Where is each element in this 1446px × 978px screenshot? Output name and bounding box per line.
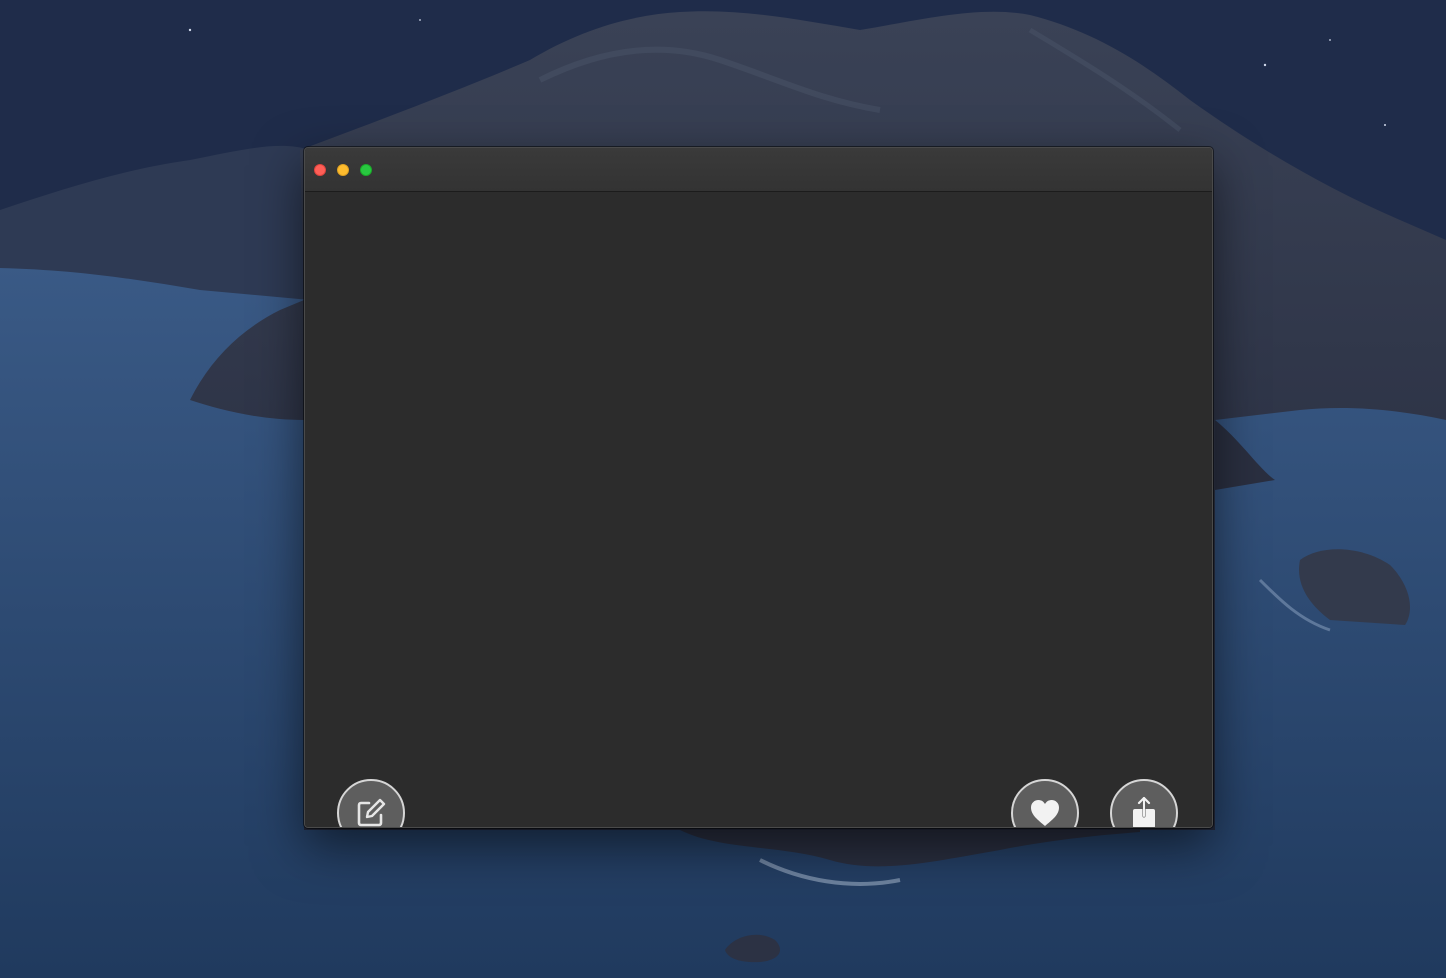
like-button[interactable] [1011,779,1079,827]
window-minimize-button[interactable] [337,164,349,176]
share-button[interactable] [1110,779,1178,827]
window-content [305,192,1212,827]
window-zoom-button[interactable] [360,164,372,176]
window-close-button[interactable] [314,164,326,176]
window-titlebar[interactable] [305,148,1212,192]
heart-icon [1031,800,1059,826]
compose-icon [357,798,386,827]
app-window [304,147,1213,828]
compose-button[interactable] [337,779,405,827]
share-icon [1133,796,1155,827]
desktop [0,0,1446,978]
